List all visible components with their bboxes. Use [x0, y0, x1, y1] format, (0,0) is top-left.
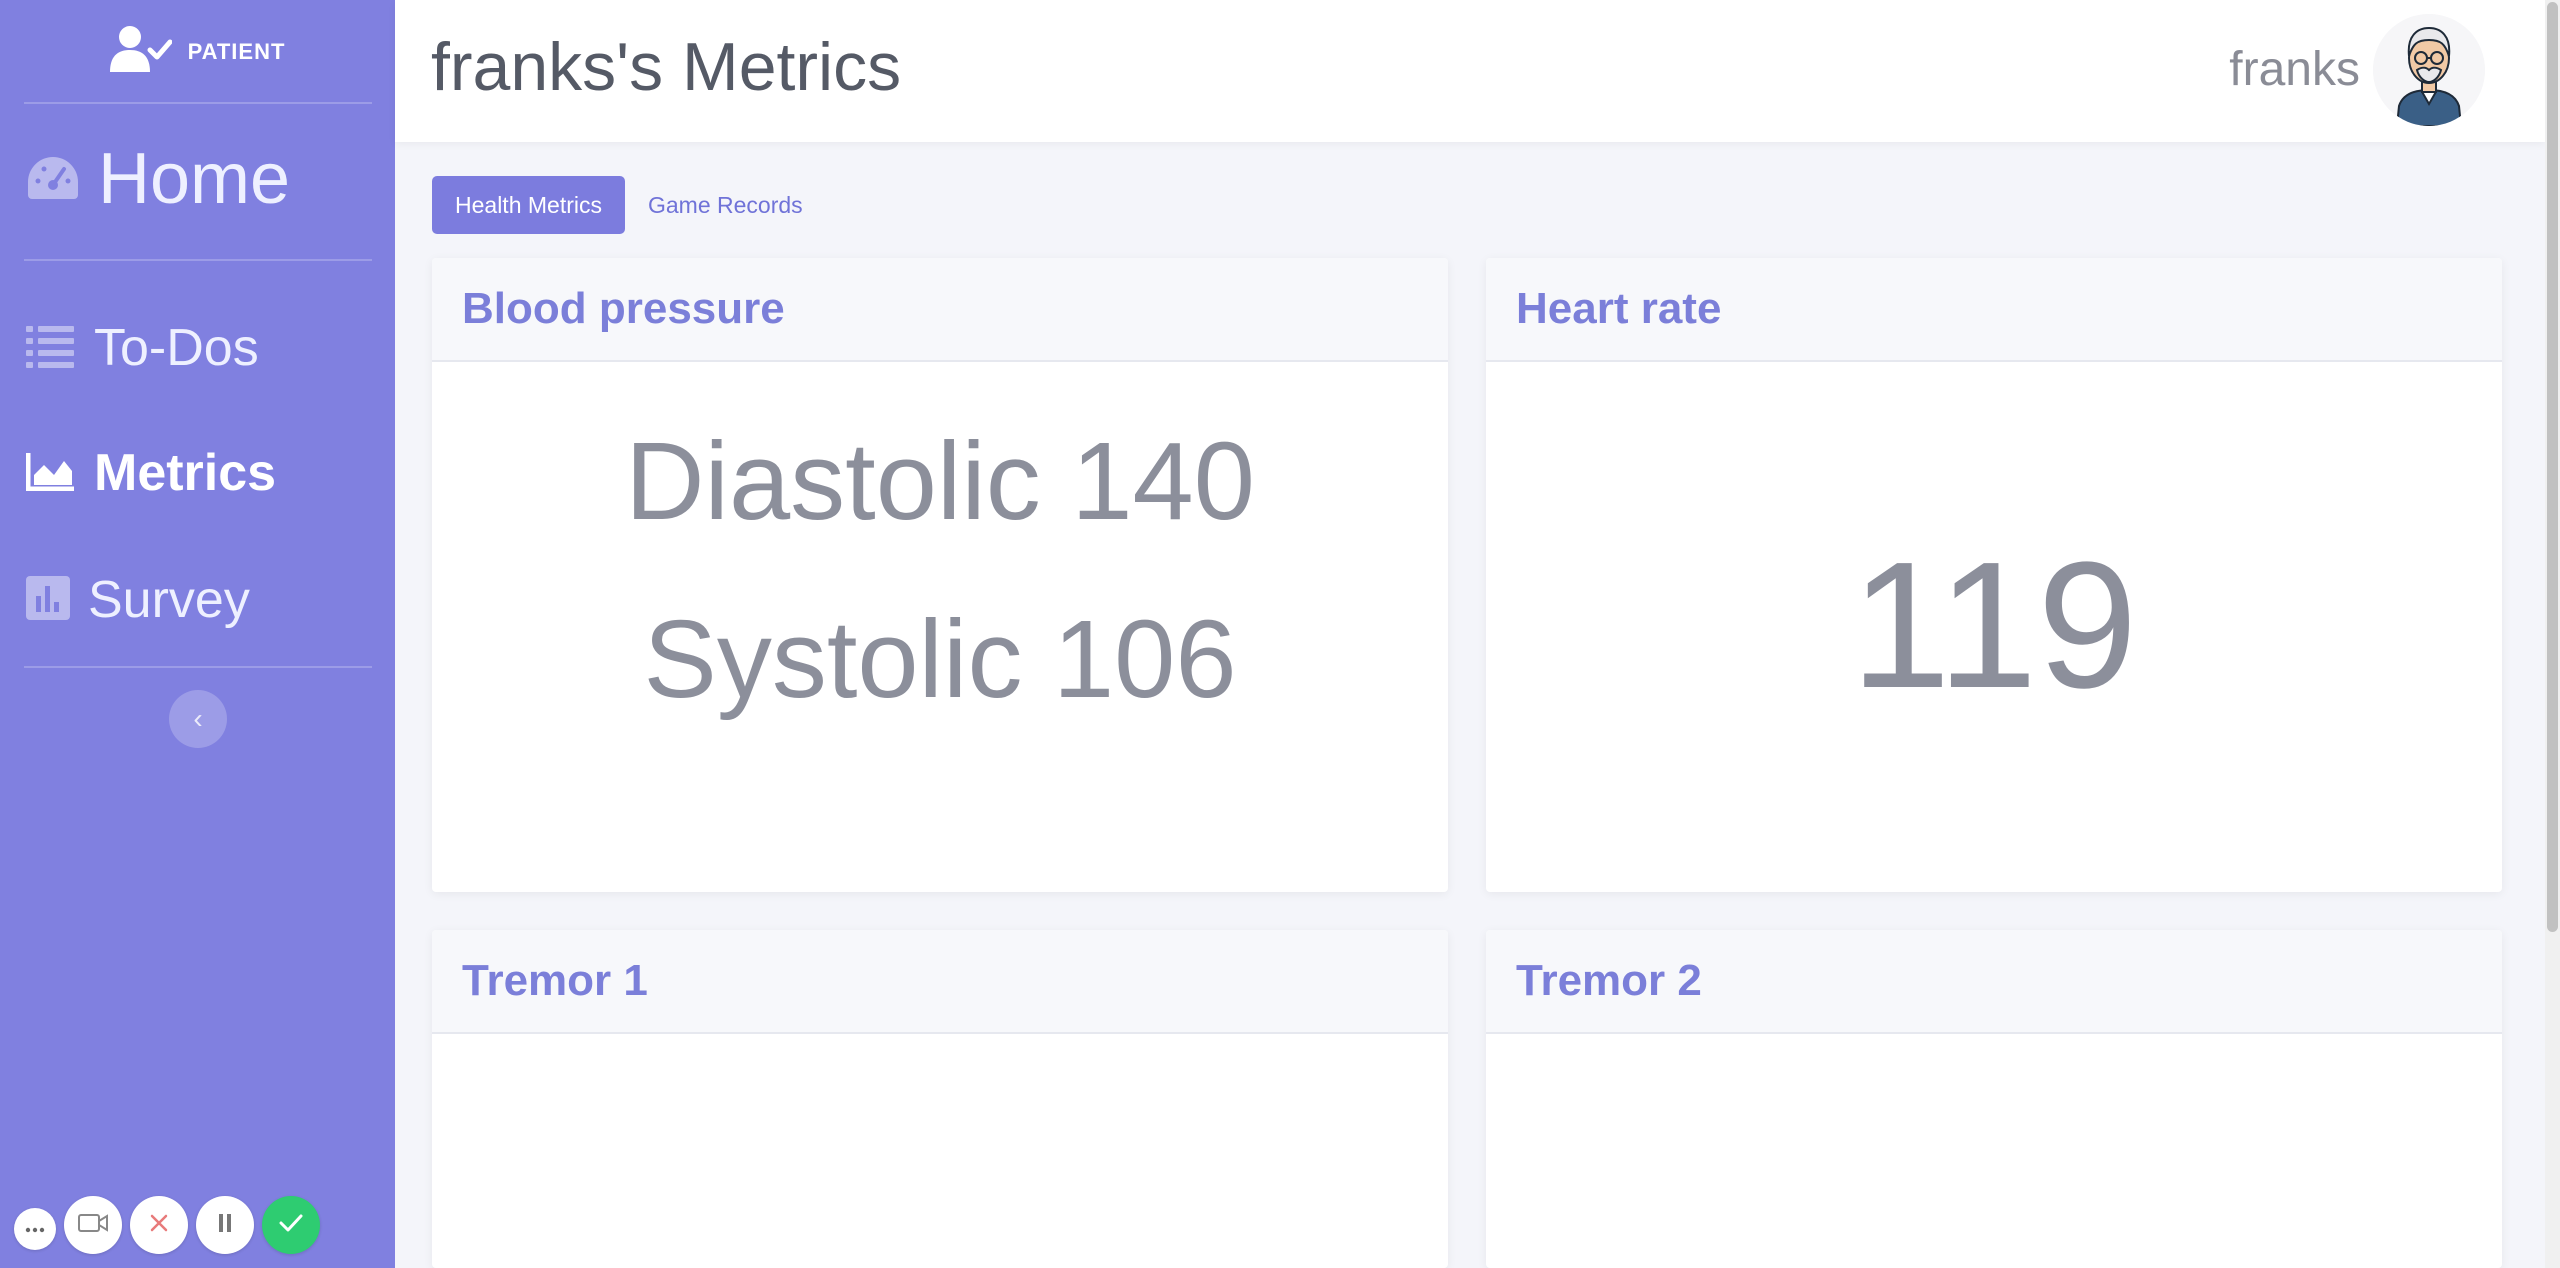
close-icon [149, 1213, 169, 1238]
chevron-left-icon: ‹ [193, 703, 203, 734]
sidebar-item-metrics[interactable]: Metrics [25, 443, 277, 503]
page-title: franks's Metrics [431, 29, 902, 105]
sidebar-brand: PATIENT [0, 0, 395, 103]
systolic-value: Systolic 106 [643, 598, 1237, 721]
heart-rate-value: 119 [1850, 525, 2138, 726]
bar-chart-icon [26, 575, 70, 625]
sidebar-item-todos-label: To-Dos [94, 319, 259, 377]
pause-icon [217, 1213, 233, 1238]
tab-game-records[interactable]: Game Records [625, 176, 826, 234]
page-scrollbar-thumb[interactable] [2547, 2, 2558, 932]
sidebar-divider [24, 666, 372, 668]
username-label[interactable]: franks [2229, 42, 2360, 97]
sidebar-divider [24, 102, 372, 104]
dashboard-gauge-icon [26, 155, 80, 204]
recorder-camera-button[interactable] [64, 1196, 122, 1254]
heart-rate-card: Heart rate 119 [1486, 258, 2502, 892]
recorder-cancel-button[interactable] [130, 1196, 188, 1254]
card-title: Heart rate [1486, 258, 2502, 362]
sidebar-item-survey-label: Survey [88, 571, 250, 629]
sidebar-item-todos[interactable]: To-Dos [26, 318, 259, 378]
sidebar-item-survey[interactable]: Survey [26, 570, 250, 630]
sidebar-collapse-button[interactable]: ‹ [169, 690, 227, 748]
sidebar: PATIENT Home To-Dos Metrics Survey ‹ [0, 0, 395, 1268]
check-icon [279, 1214, 303, 1237]
recorder-pause-button[interactable] [196, 1196, 254, 1254]
card-title: Tremor 1 [432, 930, 1448, 1034]
metrics-tabs: Health Metrics Game Records [432, 176, 826, 234]
diastolic-value: Diastolic 140 [625, 420, 1255, 543]
patient-check-icon [109, 24, 173, 79]
sidebar-item-home[interactable]: Home [26, 138, 290, 220]
brand-label: PATIENT [187, 38, 286, 64]
tremor-2-card: Tremor 2 [1486, 930, 2502, 1268]
card-title: Blood pressure [432, 258, 1448, 362]
tremor-1-card: Tremor 1 [432, 930, 1448, 1268]
sidebar-divider [24, 259, 372, 261]
area-chart-icon [25, 451, 76, 496]
blood-pressure-card: Blood pressure Diastolic 140 Systolic 10… [432, 258, 1448, 892]
camera-icon [78, 1212, 108, 1239]
recorder-more-button[interactable] [14, 1208, 56, 1250]
recorder-finish-button[interactable] [262, 1196, 320, 1254]
more-icon [25, 1220, 45, 1238]
list-icon [26, 324, 76, 373]
tab-health-metrics[interactable]: Health Metrics [432, 176, 625, 234]
recorder-controls [14, 1196, 320, 1254]
avatar[interactable] [2373, 14, 2485, 126]
old-man-avatar-icon [2373, 14, 2485, 126]
card-title: Tremor 2 [1486, 930, 2502, 1034]
top-header: franks's Metrics franks [395, 0, 2545, 142]
sidebar-item-metrics-label: Metrics [94, 444, 277, 502]
sidebar-item-home-label: Home [98, 139, 291, 219]
